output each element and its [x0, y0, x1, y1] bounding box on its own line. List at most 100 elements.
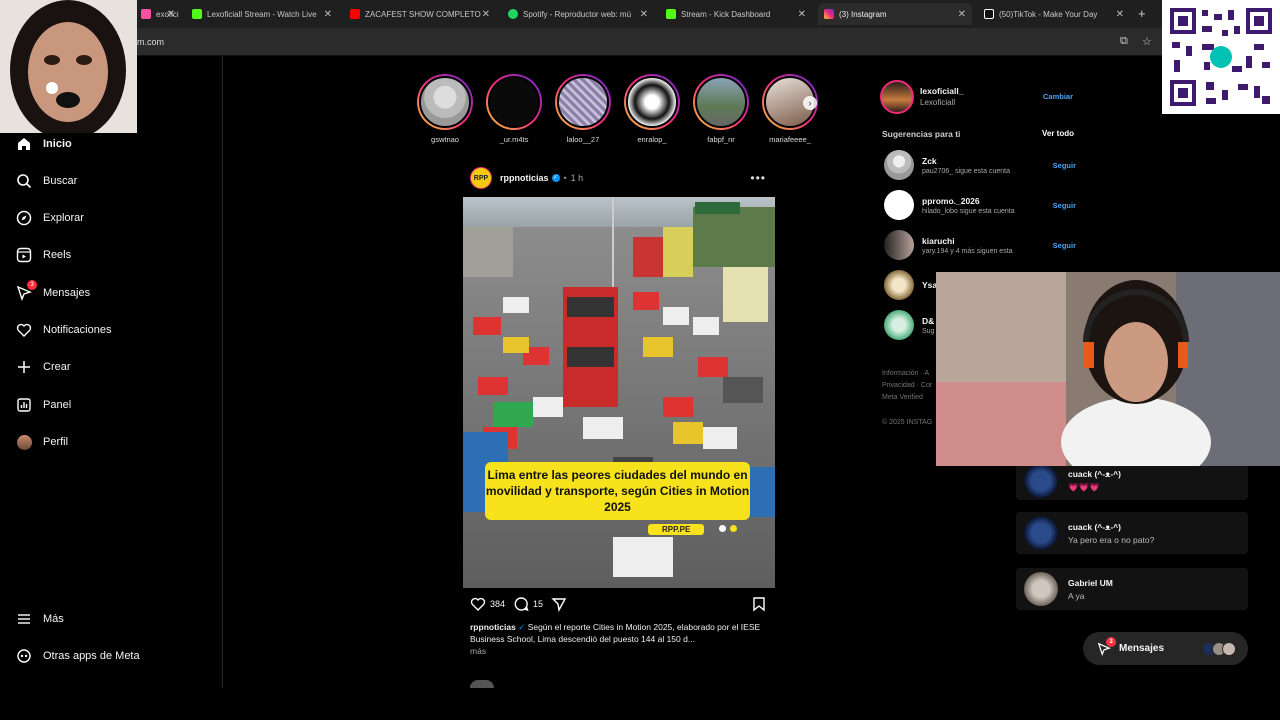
- suggestion-reason: yary.194 y 4 más siguen esta: [922, 247, 1013, 255]
- tab-label: (50)TikTok - Make Your Day: [999, 9, 1098, 19]
- browser-tab[interactable]: Lexoficiall Stream - Watch Live ✕: [186, 3, 338, 25]
- sidebar-item-crear[interactable]: Crear: [16, 359, 71, 375]
- save-bookmark-icon[interactable]: [752, 596, 766, 612]
- suggestion-avatar[interactable]: [884, 270, 914, 300]
- browser-tab[interactable]: Spotify - Reproductor web: mú ✕: [502, 3, 654, 25]
- see-all-link[interactable]: Ver todo: [1042, 129, 1074, 138]
- browser-tab[interactable]: exofici ✕: [135, 3, 181, 25]
- switch-account-link[interactable]: Cambiar: [1043, 92, 1073, 101]
- sidebar-item-perfil[interactable]: Perfil: [16, 434, 68, 450]
- webcam-feed: [0, 0, 137, 133]
- suggestion-avatar[interactable]: [884, 190, 914, 220]
- story-item[interactable]: _ur.m4ts: [485, 74, 543, 144]
- footer-line[interactable]: Meta Verified: [882, 392, 932, 404]
- suggestion-name[interactable]: Zck: [922, 156, 1010, 166]
- carousel-dots: [719, 525, 737, 532]
- browser-tab[interactable]: Stream - Kick Dashboard ✕: [660, 3, 812, 25]
- close-icon[interactable]: ✕: [958, 9, 966, 20]
- more-options-icon[interactable]: •••: [750, 171, 766, 185]
- close-icon[interactable]: ✕: [1116, 9, 1124, 20]
- messages-label: Mensajes: [1119, 643, 1165, 654]
- caption-more-link[interactable]: más: [470, 645, 770, 657]
- follow-button[interactable]: Seguir: [1053, 161, 1076, 170]
- story-avatar: [419, 76, 471, 128]
- close-icon[interactable]: ✕: [324, 9, 332, 20]
- story-item[interactable]: fabpf_nr: [692, 74, 750, 144]
- suggestion-name[interactable]: kiaruchi: [922, 236, 1013, 246]
- url-text[interactable]: m.com: [137, 37, 164, 47]
- chat-avatar: [1024, 464, 1058, 498]
- new-tab-icon[interactable]: +: [1138, 6, 1146, 21]
- chat-name: Gabriel UM: [1068, 577, 1113, 588]
- avatar-icon: [16, 434, 32, 450]
- sidebar-item-notificaciones[interactable]: Notificaciones: [16, 322, 111, 338]
- post-author-username[interactable]: rppnoticias: [500, 173, 549, 183]
- tiktok-icon: [984, 9, 994, 19]
- story-item[interactable]: laloo__27: [554, 74, 612, 144]
- suggestion-name[interactable]: D&: [922, 316, 934, 326]
- time-separator: •: [563, 173, 567, 183]
- share-icon[interactable]: [551, 596, 567, 612]
- chat-item[interactable]: cuack (^-ᴥ-^) Ya pero era o no pato?: [1016, 512, 1248, 554]
- current-user-avatar[interactable]: [880, 80, 914, 114]
- sidebar-item-reels[interactable]: Reels: [16, 247, 71, 263]
- footer-line[interactable]: Privacidad · Cor: [882, 380, 932, 392]
- sidebar-item-explorar[interactable]: Explorar: [16, 210, 84, 226]
- suggestion-name[interactable]: Ysa: [922, 280, 937, 290]
- stories-next-icon[interactable]: ›: [803, 96, 817, 110]
- browser-tab[interactable]: (50)TikTok - Make Your Day ✕: [978, 3, 1130, 25]
- story-item[interactable]: enralop_: [623, 74, 681, 144]
- verified-badge-icon: ✓: [518, 622, 526, 632]
- suggestion-reason: pau2706_ sigue esta cuenta: [922, 167, 1010, 175]
- chat-item[interactable]: Gabriel UM A ya: [1016, 568, 1248, 610]
- spotify-icon: [508, 9, 518, 19]
- sidebar-item-panel[interactable]: Panel: [16, 397, 71, 413]
- sidebar-item-inicio[interactable]: Inicio: [16, 136, 72, 152]
- qr-code: [1162, 0, 1280, 114]
- story-item[interactable]: gswtnao: [416, 74, 474, 144]
- browser-tab-active[interactable]: (3) Instagram ✕: [818, 3, 972, 25]
- post-actions: 384 15: [470, 595, 770, 613]
- story-username: laloo__27: [566, 135, 600, 144]
- close-icon[interactable]: ✕: [798, 9, 806, 20]
- suggestion-avatar[interactable]: [884, 310, 914, 340]
- post-caption: rppnoticias ✓ Según el reporte Cities in…: [470, 621, 770, 657]
- follow-button[interactable]: Seguir: [1053, 241, 1076, 250]
- like-heart-icon[interactable]: [470, 596, 486, 612]
- post-author-avatar[interactable]: RPP: [470, 167, 492, 189]
- comment-icon[interactable]: [513, 596, 529, 612]
- close-icon[interactable]: ✕: [640, 9, 648, 20]
- messages-floating-button[interactable]: 3 Mensajes: [1083, 632, 1248, 665]
- likes-count[interactable]: 384: [490, 599, 505, 609]
- sidebar-item-label: Reels: [43, 249, 72, 261]
- install-app-icon[interactable]: ⧉: [1120, 35, 1128, 48]
- close-icon[interactable]: ✕: [482, 9, 490, 20]
- tab-label: Spotify - Reproductor web: mú: [523, 9, 632, 19]
- suggestion-avatar[interactable]: [884, 150, 914, 180]
- tab-favicon: [141, 9, 151, 19]
- current-user-username[interactable]: lexoficiall_: [920, 86, 963, 96]
- comments-count[interactable]: 15: [533, 599, 543, 609]
- tab-label: Stream - Kick Dashboard: [681, 9, 771, 19]
- caption-username[interactable]: rppnoticias: [470, 622, 516, 632]
- address-bar[interactable]: m.com ⧉ ☆: [0, 28, 1280, 56]
- post-header: RPP rppnoticias ✓ • 1 h •••: [470, 167, 770, 189]
- close-icon[interactable]: ✕: [167, 9, 175, 20]
- sidebar-item-mas[interactable]: Más: [16, 611, 64, 627]
- browser-tab[interactable]: ZACAFEST SHOW COMPLETO ✕: [344, 3, 496, 25]
- chat-item[interactable]: cuack (^-ᴥ-^) 💗💗💗: [1016, 462, 1248, 500]
- verified-badge-icon: ✓: [551, 174, 560, 182]
- home-icon: [16, 136, 32, 152]
- heart-icon: [16, 322, 32, 338]
- bookmark-star-icon[interactable]: ☆: [1142, 35, 1152, 48]
- sidebar-item-buscar[interactable]: Buscar: [16, 173, 77, 189]
- chat-avatar: [1024, 516, 1058, 550]
- follow-button[interactable]: Seguir: [1053, 201, 1076, 210]
- sidebar-item-mensajes[interactable]: 3 Mensajes: [16, 280, 90, 301]
- post-time: 1 h: [570, 173, 584, 183]
- search-icon: [16, 173, 32, 189]
- suggestion-avatar[interactable]: [884, 230, 914, 260]
- suggestion-name[interactable]: ppromo._2026: [922, 196, 1015, 206]
- sidebar-item-meta-apps[interactable]: Otras apps de Meta: [16, 648, 140, 664]
- footer-line[interactable]: Información · A: [882, 368, 932, 380]
